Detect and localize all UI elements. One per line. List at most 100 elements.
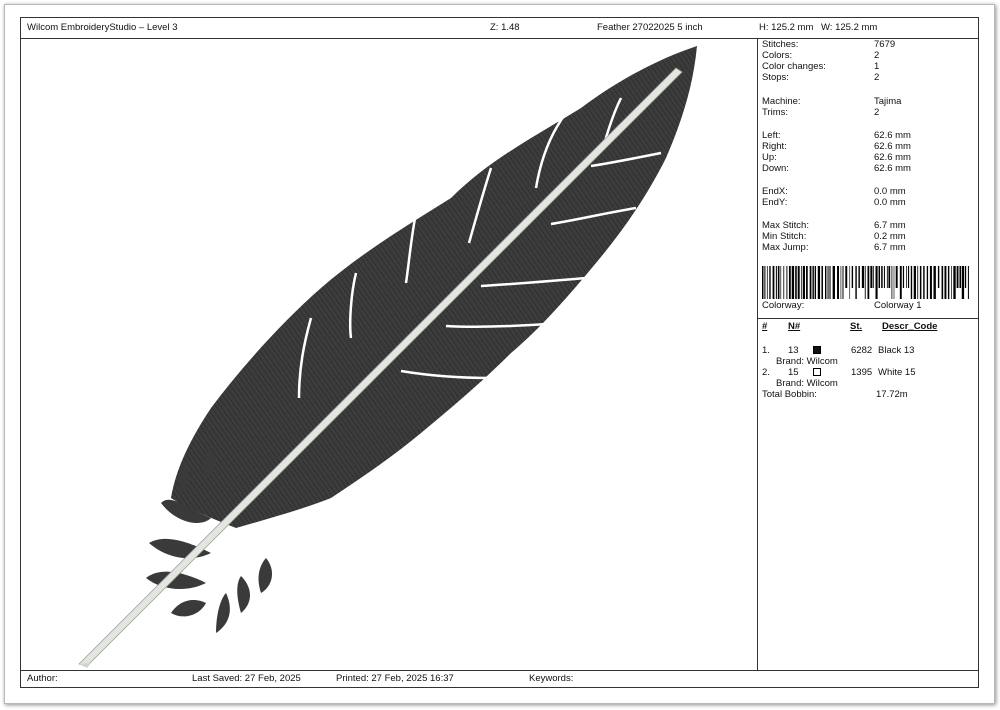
design-info-panel: Stitches: 7679 Colors: 2 Color changes: 1 S… (758, 38, 978, 671)
barcode-bar (837, 266, 839, 299)
barcode-bar (893, 266, 895, 299)
barcode-bar (855, 266, 857, 299)
col-header-descr: Descr_Code (882, 321, 938, 332)
colors-label: Colors: (762, 50, 793, 61)
barcode-bar (878, 266, 881, 288)
min-stitch-label: Min Stitch: (762, 231, 807, 242)
endx-label: EndX: (762, 186, 788, 197)
color-swatch-white (813, 368, 821, 376)
barcode-bar (937, 266, 940, 288)
barcode-bar (786, 266, 788, 299)
table-row-descr: Black 13 (878, 345, 915, 356)
feather-vane (171, 46, 697, 528)
barcode-bar (795, 266, 797, 299)
left-label: Left: (762, 130, 781, 141)
design-sheet-frame: Wilcom EmbroideryStudio – Level 3 Z: 1.4… (20, 17, 979, 688)
stops-value: 2 (874, 72, 880, 83)
barcode-bar (827, 266, 829, 299)
barcode-bar (788, 266, 791, 299)
max-jump-value: 6.7 mm (874, 242, 906, 253)
sheet-footer: Author: Last Saved: 27 Feb, 2025 Printed… (21, 670, 978, 687)
barcode-bar (886, 266, 888, 288)
down-label: Down: (762, 163, 789, 174)
barcode-bar (929, 266, 932, 299)
total-bobbin-label: Total Bobbin: (762, 389, 817, 400)
barcode-bar (951, 266, 952, 299)
trims-label: Trims: (762, 107, 789, 118)
barcode-bar (842, 266, 844, 299)
barcode-bar (809, 266, 812, 299)
barcode-bar (791, 266, 795, 299)
colorway-separator (758, 318, 978, 319)
barcode-bar (875, 266, 878, 299)
table-row-descr: White 15 (878, 367, 916, 378)
feather-embroidery-image (78, 46, 697, 668)
design-name: Feather 27022025 5 inch (597, 22, 703, 33)
machine-label: Machine: (762, 96, 801, 107)
barcode-bar (762, 266, 764, 299)
barcode-bar (802, 266, 805, 299)
barcode-bar (881, 266, 883, 288)
design-height: H: 125.2 mm (759, 22, 814, 33)
colorway-label: Colorway: (762, 300, 805, 311)
barcode-bar (870, 266, 873, 288)
barcode-bar (840, 266, 842, 299)
barcode-bar (832, 266, 835, 299)
barcode-bar (907, 266, 910, 288)
barcode-bar (888, 266, 891, 288)
barcode-bar (817, 266, 821, 299)
barcode-bar (913, 266, 916, 299)
feather-shaft (78, 67, 683, 667)
sheet-header: Wilcom EmbroideryStudio – Level 3 Z: 1.4… (21, 18, 978, 39)
table-row-stitches: 6282 (851, 345, 873, 356)
barcode-bar (947, 266, 950, 299)
keywords-field: Keywords: (529, 673, 574, 684)
printed-date: Printed: 27 Feb, 2025 16:37 (336, 673, 454, 684)
endx-value: 0.0 mm (874, 186, 906, 197)
barcode-bar (883, 266, 885, 288)
table-row-n: 13 (788, 345, 799, 356)
barcode-bar (864, 266, 866, 299)
barcode-bar (919, 266, 922, 299)
author-field: Author: (27, 673, 58, 684)
col-header-index: # (762, 321, 768, 332)
stitches-label: Stitches: (762, 39, 799, 50)
table-row-brand: Brand: Wilcom (776, 356, 838, 367)
barcode-bar (821, 266, 823, 299)
app-title: Wilcom EmbroideryStudio – Level 3 (27, 22, 178, 33)
barcode-bar (961, 266, 965, 299)
stitches-value: 7679 (874, 39, 896, 50)
barcode-bar (777, 266, 780, 299)
up-value: 62.6 mm (874, 152, 911, 163)
barcode-bar (845, 266, 848, 288)
max-stitch-value: 6.7 mm (874, 220, 906, 231)
barcode-bar (964, 266, 967, 288)
barcode-bar (772, 266, 775, 299)
barcode-bar (769, 266, 771, 299)
color-changes-value: 1 (874, 61, 880, 72)
barcode-bar (906, 266, 907, 288)
colorway-value: Colorway 1 (874, 300, 922, 311)
table-row-index: 2. (762, 367, 770, 378)
barcode-bar (858, 266, 860, 288)
barcode-bar (902, 266, 905, 288)
table-row-index: 1. (762, 345, 770, 356)
table-row-n: 15 (788, 367, 799, 378)
col-header-n: N# (788, 321, 801, 332)
barcode-bar (849, 266, 851, 299)
right-label: Right: (762, 141, 787, 152)
barcode-bar (873, 266, 874, 288)
barcode-bar (814, 266, 817, 299)
color-swatch-black (813, 346, 821, 354)
up-label: Up: (762, 152, 777, 163)
right-value: 62.6 mm (874, 141, 911, 152)
design-preview (21, 38, 758, 671)
col-header-stitches: St. (850, 321, 863, 332)
barcode-bar (780, 266, 782, 299)
barcode-bar (933, 266, 936, 299)
barcode-bar (783, 266, 785, 299)
barcode-bar (953, 266, 956, 299)
design-width: W: 125.2 mm (821, 22, 878, 33)
barcode-bar (941, 266, 944, 299)
down-value: 62.6 mm (874, 163, 911, 174)
